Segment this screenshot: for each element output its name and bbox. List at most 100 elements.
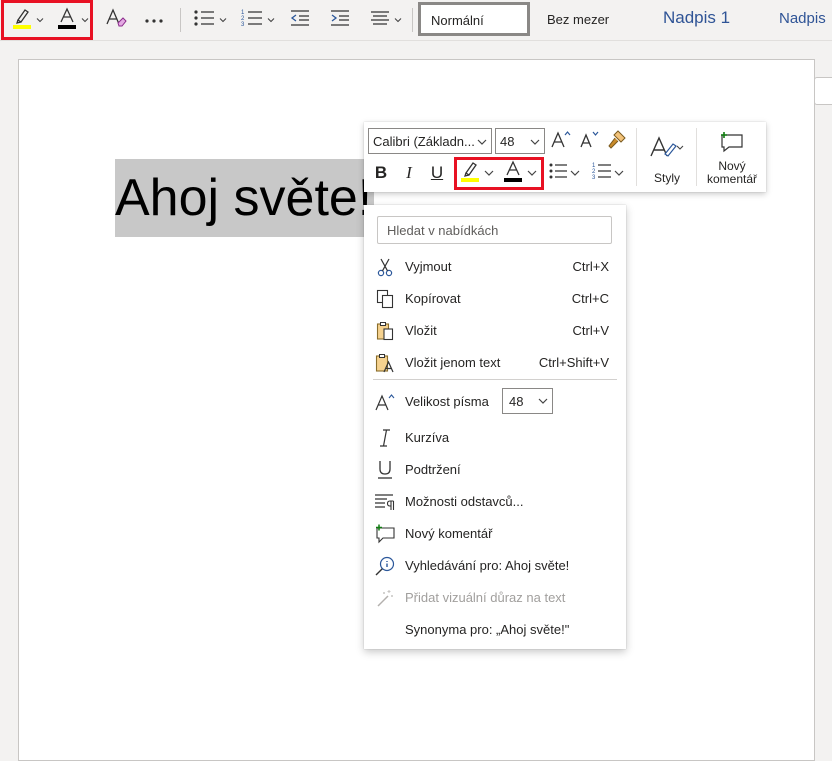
- menu-item-new-comment[interactable]: Nový komentář: [364, 518, 626, 550]
- ribbon-toolbar: 1 2 3 Normální Bez mezer Nadpis 1 Nadpis: [0, 0, 832, 41]
- font-name-value: Calibri (Základn...: [373, 134, 475, 149]
- chevron-down-icon: [538, 398, 548, 404]
- menu-divider: [373, 379, 617, 380]
- more-options-button[interactable]: [140, 6, 168, 34]
- menu-item-smart-lookup[interactable]: Vyhledávání pro: Ahoj světe!: [364, 550, 626, 582]
- new-comment-icon: [719, 131, 745, 158]
- new-comment-button[interactable]: Nový komentář: [702, 128, 762, 188]
- clear-formatting-button[interactable]: [101, 6, 131, 34]
- format-painter-button[interactable]: [606, 129, 628, 154]
- menu-item-label: Podtržení: [405, 462, 461, 477]
- menu-item-shortcut: Ctrl+V: [572, 323, 609, 338]
- menu-item-paste[interactable]: Vložit Ctrl+V: [364, 315, 626, 347]
- menu-item-label: Kurzíva: [405, 430, 450, 445]
- menu-item-label: Velikost písma: [405, 394, 489, 409]
- styles-label: Styly: [653, 170, 680, 185]
- mini-bullet-list-button[interactable]: [546, 162, 582, 184]
- chevron-down-icon: [394, 18, 402, 23]
- styles-button[interactable]: Styly: [644, 130, 690, 188]
- menu-item-label: Vložit: [405, 323, 437, 338]
- menu-item-cut[interactable]: Vyjmout Ctrl+X: [364, 251, 626, 283]
- menu-item-label: Vyjmout: [405, 259, 452, 274]
- menu-search-input[interactable]: [377, 216, 612, 244]
- chevron-down-icon: [570, 170, 580, 176]
- chevron-down-icon: [477, 139, 487, 145]
- menu-item-label: Synonyma pro: „Ahoj světe!": [405, 622, 570, 637]
- menu-item-synonyms[interactable]: Synonyma pro: „Ahoj světe!": [364, 614, 626, 646]
- numbered-list-button[interactable]: 1 2 3: [238, 6, 278, 34]
- style-no-spacing[interactable]: Bez mezer: [547, 12, 609, 27]
- new-comment-label-1: Nový: [718, 158, 746, 173]
- menu-item-label: Vyhledávání pro: Ahoj světe!: [405, 558, 570, 573]
- chevron-down-icon: [219, 18, 227, 23]
- divider: [636, 128, 637, 186]
- scissors-icon: [374, 257, 396, 277]
- underline-button[interactable]: U: [426, 162, 448, 184]
- menu-item-label: Přidat vizuální důraz na text: [405, 590, 566, 605]
- clear-formatting-icon: [105, 7, 127, 33]
- menu-item-visual-emphasis: Přidat vizuální důraz na text: [364, 582, 626, 614]
- svg-text:3: 3: [592, 175, 596, 181]
- style-heading-1[interactable]: Nadpis 1: [663, 8, 730, 28]
- bullet-list-icon: [193, 9, 215, 32]
- numbered-list-icon: 1 2 3: [241, 8, 263, 33]
- bold-button[interactable]: B: [370, 162, 392, 184]
- decrease-indent-button[interactable]: [286, 6, 314, 34]
- menu-item-underline[interactable]: Podtržení: [364, 454, 626, 486]
- highlight-outline: [454, 157, 544, 190]
- menu-item-italic[interactable]: Kurzíva: [364, 422, 626, 454]
- context-menu: Vyjmout Ctrl+X Kopírovat Ctrl+C Vložit C…: [364, 205, 626, 649]
- new-comment-icon: [374, 524, 396, 544]
- chevron-down-icon: [530, 139, 540, 145]
- menu-item-shortcut: Ctrl+Shift+V: [538, 355, 609, 370]
- font-name-dropdown[interactable]: Calibri (Základn...: [368, 128, 492, 154]
- align-icon: [370, 10, 390, 31]
- underline-icon: [374, 460, 396, 480]
- mini-numbered-list-button[interactable]: 1 2 3: [590, 162, 626, 184]
- bullet-list-button[interactable]: [190, 6, 230, 34]
- style-normal[interactable]: Normální: [418, 2, 530, 36]
- font-size-value: 48: [500, 134, 515, 149]
- bullet-list-icon: [548, 162, 568, 185]
- grow-font-icon: [551, 130, 571, 153]
- shrink-font-button[interactable]: [578, 130, 600, 152]
- menu-item-label: Vložit jenom text: [405, 355, 501, 370]
- decrease-indent-icon: [290, 9, 310, 32]
- menu-item-paragraph-options[interactable]: Možnosti odstavců...: [364, 486, 626, 518]
- numbered-list-icon: 1 2 3: [592, 161, 612, 186]
- font-size-icon: [374, 392, 396, 412]
- selected-document-text[interactable]: Ahoj světe!: [115, 159, 375, 237]
- styles-icon: [649, 134, 685, 165]
- chevron-down-icon: [614, 170, 624, 176]
- menu-item-font-size: Velikost písma: [364, 386, 626, 418]
- increase-indent-icon: [330, 9, 350, 32]
- smart-lookup-icon: [374, 556, 396, 576]
- menu-item-label: Možnosti odstavců...: [405, 494, 524, 509]
- highlight-outline: [1, 0, 93, 40]
- font-size-select-value: 48: [509, 394, 524, 409]
- format-painter-icon: [607, 129, 627, 154]
- font-size-dropdown[interactable]: 48: [495, 128, 545, 154]
- menu-item-paste-text[interactable]: Vložit jenom text Ctrl+Shift+V: [364, 347, 626, 379]
- increase-indent-button[interactable]: [326, 6, 354, 34]
- magic-wand-icon: [374, 588, 396, 608]
- italic-icon: [374, 428, 396, 448]
- menu-item-copy[interactable]: Kopírovat Ctrl+C: [364, 283, 626, 315]
- style-heading-2[interactable]: Nadpis: [779, 10, 826, 27]
- new-comment-label-2: komentář: [706, 171, 758, 186]
- paste-text-icon: [374, 353, 396, 373]
- grow-font-button[interactable]: [550, 130, 572, 152]
- more-options-icon: [144, 11, 164, 29]
- floating-mini-toolbar: Calibri (Základn... 48 B I U 1 2 3 Styly…: [364, 122, 766, 192]
- font-size-select[interactable]: 48: [502, 388, 553, 414]
- align-button[interactable]: [366, 6, 406, 34]
- divider: [696, 128, 697, 186]
- italic-button[interactable]: I: [398, 162, 420, 184]
- paragraph-options-icon: [374, 492, 396, 512]
- svg-text:3: 3: [241, 22, 245, 28]
- paste-icon: [374, 321, 396, 341]
- shrink-font-icon: [579, 130, 599, 153]
- styles-gallery: Normální Bez mezer Nadpis 1 Nadpis: [418, 2, 832, 38]
- side-panel-toggle[interactable]: [814, 77, 832, 105]
- menu-item-shortcut: Ctrl+C: [571, 291, 609, 306]
